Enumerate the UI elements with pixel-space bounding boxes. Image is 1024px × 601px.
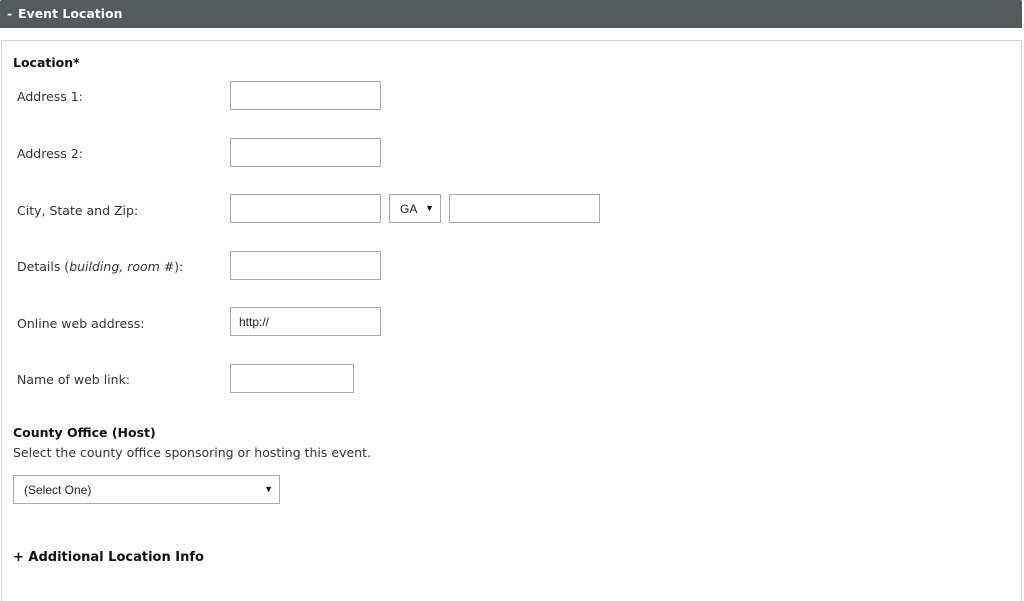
web-link-name-label: Name of web link: <box>17 372 131 387</box>
state-select-value: GA <box>400 202 418 216</box>
details-label-suffix: ): <box>174 259 184 274</box>
county-office-help: Select the county office sponsoring or h… <box>13 445 371 460</box>
caret-down-icon: ▼ <box>425 203 434 213</box>
details-label-prefix: Details ( <box>17 259 70 274</box>
details-label-hint: building, room # <box>69 259 175 274</box>
county-office-select-value: (Select One) <box>24 483 92 497</box>
address2-label: Address 2: <box>17 146 83 161</box>
collapse-toggle[interactable]: - <box>7 6 12 21</box>
address1-input[interactable] <box>230 81 381 110</box>
section-title: Event Location <box>18 6 123 21</box>
event-location-header[interactable]: - Event Location <box>0 0 1022 28</box>
details-input[interactable] <box>230 251 381 280</box>
address2-input[interactable] <box>230 138 381 167</box>
web-link-name-input[interactable] <box>230 364 354 393</box>
web-address-label: Online web address: <box>17 316 145 331</box>
web-address-input[interactable] <box>230 307 381 336</box>
zip-input[interactable] <box>449 194 600 223</box>
city-state-zip-label: City, State and Zip: <box>17 203 139 218</box>
state-select[interactable]: GA ▼ <box>389 194 441 223</box>
address1-label: Address 1: <box>17 89 83 104</box>
county-office-heading: County Office (Host) <box>13 425 156 440</box>
city-input[interactable] <box>230 194 381 223</box>
caret-down-icon: ▼ <box>264 484 273 494</box>
additional-location-info-toggle[interactable]: + Additional Location Info <box>13 550 204 565</box>
county-office-select[interactable]: (Select One) ▼ <box>13 475 280 504</box>
event-location-panel <box>1 40 1022 601</box>
details-label: Details (building, room #): <box>17 259 183 274</box>
location-heading: Location* <box>13 55 80 70</box>
